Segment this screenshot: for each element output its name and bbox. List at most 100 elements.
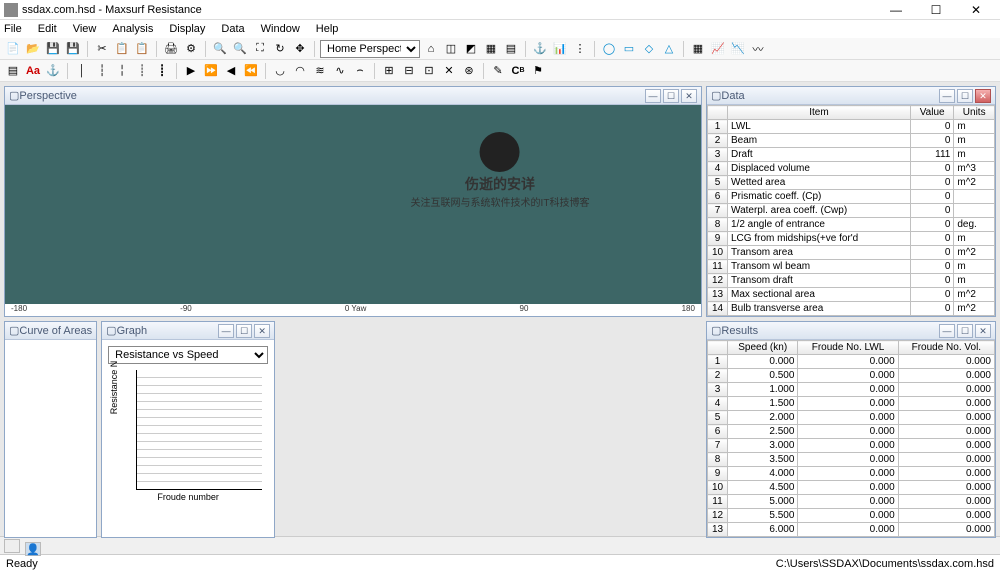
- menu-file[interactable]: File: [4, 23, 22, 35]
- back-icon[interactable]: ◀: [222, 62, 240, 80]
- table-cell[interactable]: m: [954, 134, 995, 148]
- table-cell[interactable]: 3.500: [728, 453, 798, 467]
- table-cell[interactable]: 0: [910, 162, 953, 176]
- table-cell[interactable]: [954, 204, 995, 218]
- flag-icon[interactable]: ⚑: [529, 62, 547, 80]
- table-cell[interactable]: 9: [708, 232, 728, 246]
- table-cell[interactable]: 6.000: [728, 523, 798, 537]
- table-cell[interactable]: Displaced volume: [728, 162, 911, 176]
- table-cell[interactable]: 0: [910, 232, 953, 246]
- table-cell[interactable]: 0.000: [798, 453, 898, 467]
- plot-icon[interactable]: 📉: [729, 40, 747, 58]
- line4-icon[interactable]: ┊: [133, 62, 151, 80]
- table-cell[interactable]: LCG from midships(+ve for'd: [728, 232, 911, 246]
- table-cell[interactable]: 0.000: [898, 355, 994, 369]
- table-cell[interactable]: 0.000: [798, 355, 898, 369]
- perspective-viewport[interactable]: -180 -90 0 Yaw 90 180: [5, 105, 701, 316]
- anchor-icon[interactable]: ⚓: [44, 62, 62, 80]
- table-cell[interactable]: 0.000: [898, 397, 994, 411]
- menu-edit[interactable]: Edit: [38, 23, 57, 35]
- surf3-icon[interactable]: ≋: [311, 62, 329, 80]
- table-cell[interactable]: 6: [708, 425, 728, 439]
- table-cell[interactable]: 0: [910, 204, 953, 218]
- panel-max-button[interactable]: ☐: [957, 89, 973, 103]
- table-cell[interactable]: 8: [708, 218, 728, 232]
- print-icon[interactable]: 🖨: [162, 40, 180, 58]
- view1-icon[interactable]: ⌂: [422, 40, 440, 58]
- rewind-icon[interactable]: ⏪: [242, 62, 260, 80]
- table-cell[interactable]: 0: [910, 120, 953, 134]
- shape1-icon[interactable]: ◯: [600, 40, 618, 58]
- table-cell[interactable]: 0: [910, 260, 953, 274]
- table-cell[interactable]: 10: [708, 246, 728, 260]
- skip-icon[interactable]: ⏩: [202, 62, 220, 80]
- settings-icon[interactable]: ⚙: [182, 40, 200, 58]
- shape3-icon[interactable]: ◇: [640, 40, 658, 58]
- table-cell[interactable]: m^2: [954, 176, 995, 190]
- zoomfit-icon[interactable]: ⛶: [251, 40, 269, 58]
- panel-min-button[interactable]: —: [645, 89, 661, 103]
- table-cell[interactable]: 5: [708, 176, 728, 190]
- panel-close-button[interactable]: ✕: [975, 89, 991, 103]
- table-cell[interactable]: 2: [708, 134, 728, 148]
- open-icon[interactable]: 📂: [24, 40, 42, 58]
- surf4-icon[interactable]: ∿: [331, 62, 349, 80]
- table-cell[interactable]: 7: [708, 439, 728, 453]
- chart-icon[interactable]: 📈: [709, 40, 727, 58]
- close-button[interactable]: ✕: [956, 1, 996, 19]
- table-cell[interactable]: 3: [708, 383, 728, 397]
- table-cell[interactable]: Beam: [728, 134, 911, 148]
- table-cell[interactable]: 0.000: [798, 481, 898, 495]
- mesh3-icon[interactable]: ⊡: [420, 62, 438, 80]
- table-cell[interactable]: 0.000: [898, 439, 994, 453]
- table-cell[interactable]: Prismatic coeff. (Cp): [728, 190, 911, 204]
- table-cell[interactable]: 13: [708, 523, 728, 537]
- table-cell[interactable]: 3.000: [728, 439, 798, 453]
- table-cell[interactable]: 5.000: [728, 495, 798, 509]
- table-cell[interactable]: 0.000: [798, 369, 898, 383]
- table-cell[interactable]: 0.000: [798, 467, 898, 481]
- table-cell[interactable]: Wetted area: [728, 176, 911, 190]
- table-cell[interactable]: 0: [910, 288, 953, 302]
- table-cell[interactable]: 0.000: [898, 467, 994, 481]
- table-cell[interactable]: 0.000: [898, 495, 994, 509]
- analysis2-icon[interactable]: 📊: [551, 40, 569, 58]
- maximize-button[interactable]: ☐: [916, 1, 956, 19]
- table-cell[interactable]: 0.000: [798, 411, 898, 425]
- view2-icon[interactable]: ◫: [442, 40, 460, 58]
- shape4-icon[interactable]: △: [660, 40, 678, 58]
- table-cell[interactable]: 1/2 angle of entrance: [728, 218, 911, 232]
- table-cell[interactable]: 2: [708, 369, 728, 383]
- table-cell[interactable]: 0.000: [798, 425, 898, 439]
- table-cell[interactable]: 0.000: [898, 369, 994, 383]
- copy-icon[interactable]: 📋: [113, 40, 131, 58]
- table-cell[interactable]: 12: [708, 509, 728, 523]
- play-icon[interactable]: ▶: [182, 62, 200, 80]
- compass-icon[interactable]: ⊛: [460, 62, 478, 80]
- table-cell[interactable]: 0: [910, 176, 953, 190]
- table-cell[interactable]: 0: [910, 274, 953, 288]
- line3-icon[interactable]: ╎: [113, 62, 131, 80]
- surf1-icon[interactable]: ◡: [271, 62, 289, 80]
- table-cell[interactable]: 14: [708, 302, 728, 316]
- table-cell[interactable]: Waterpl. area coeff. (Cwp): [728, 204, 911, 218]
- text-icon[interactable]: Aa: [24, 62, 42, 80]
- pan-icon[interactable]: ✥: [291, 40, 309, 58]
- table-cell[interactable]: 0: [910, 302, 953, 316]
- table-cell[interactable]: 0.000: [898, 523, 994, 537]
- table-cell[interactable]: 2.000: [728, 411, 798, 425]
- menu-window[interactable]: Window: [261, 23, 300, 35]
- table-cell[interactable]: 0.000: [898, 453, 994, 467]
- table-cell[interactable]: 1: [708, 120, 728, 134]
- table-cell[interactable]: 4.000: [728, 467, 798, 481]
- table-cell[interactable]: 0.000: [728, 355, 798, 369]
- table-cell[interactable]: 0.000: [798, 495, 898, 509]
- surf2-icon[interactable]: ◠: [291, 62, 309, 80]
- table-cell[interactable]: 4: [708, 162, 728, 176]
- graph-plot[interactable]: [136, 370, 262, 490]
- table-cell[interactable]: 5.500: [728, 509, 798, 523]
- mesh4-icon[interactable]: ✕: [440, 62, 458, 80]
- table-cell[interactable]: Draft: [728, 148, 911, 162]
- table-cell[interactable]: m: [954, 232, 995, 246]
- table-cell[interactable]: 0.000: [898, 411, 994, 425]
